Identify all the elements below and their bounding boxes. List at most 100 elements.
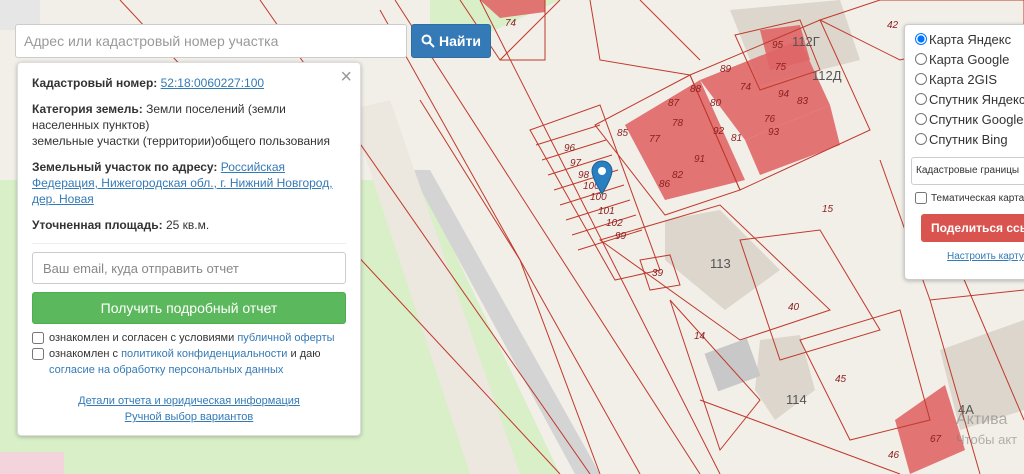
svg-text:15: 15 (822, 204, 834, 215)
cadastral-number-link[interactable]: 52:18:0060227:100 (161, 76, 264, 90)
land-category-value-1: Земли поселений (земли (146, 102, 286, 116)
layer-option[interactable]: Карта Яндекс (915, 29, 1024, 49)
layer-option-label: Карта Google (929, 51, 1010, 67)
layer-option[interactable]: Спутник Яндекс (915, 89, 1024, 109)
svg-text:46: 46 (888, 450, 900, 461)
svg-text:40: 40 (788, 302, 800, 313)
layer-option-label: Спутник Bing (929, 131, 1008, 147)
svg-text:82: 82 (672, 170, 684, 181)
address-row: Земельный участок по адресу: Российская … (32, 159, 346, 207)
privacy-consent-text: ознакомлен с политикой конфиденциальност… (49, 348, 321, 376)
public-offer-link[interactable]: публичной оферты (237, 332, 334, 344)
layer-option[interactable]: Карта Google (915, 49, 1024, 69)
privacy-checkbox[interactable] (32, 348, 44, 360)
svg-text:74: 74 (740, 82, 752, 93)
search-input[interactable] (15, 24, 407, 58)
thematic-map-checkbox[interactable] (915, 192, 927, 204)
svg-text:75: 75 (775, 62, 787, 73)
layer-option[interactable]: Спутник Google (915, 109, 1024, 129)
svg-text:94: 94 (778, 89, 790, 100)
svg-text:92: 92 (713, 126, 725, 137)
svg-text:101: 101 (598, 206, 615, 217)
svg-text:96: 96 (564, 143, 576, 154)
area-row: Уточненная площадь: 25 кв.м. (32, 217, 346, 233)
layer-option-label: Карта Яндекс (929, 31, 1012, 47)
svg-text:83: 83 (797, 96, 809, 107)
layer-option[interactable]: Спутник Bing (915, 129, 1024, 149)
activation-watermark: Актива Чтобы акт (956, 410, 1017, 450)
svg-text:114: 114 (786, 392, 807, 407)
svg-text:86: 86 (659, 179, 671, 190)
layer-radio[interactable] (915, 113, 927, 125)
svg-text:77: 77 (649, 134, 661, 145)
area-value: 25 кв.м. (165, 218, 210, 232)
svg-text:14: 14 (694, 331, 706, 342)
map-pin-icon[interactable] (591, 160, 613, 198)
svg-text:85: 85 (617, 128, 629, 139)
report-details-link[interactable]: Детали отчета и юридическая информация (18, 393, 360, 409)
cadastral-number-label: Кадастровый номер: (32, 76, 158, 90)
svg-text:112Г: 112Г (792, 34, 820, 49)
land-category-value-2: населенных пунктов) (32, 118, 150, 132)
thematic-map-label: Тематическая карта (931, 192, 1024, 204)
layer-radio[interactable] (915, 73, 927, 85)
privacy-consent-row: ознакомлен с политикой конфиденциальност… (32, 346, 346, 378)
svg-text:89: 89 (720, 64, 732, 75)
svg-text:113: 113 (710, 256, 731, 271)
address-label: Земельный участок по адресу: (32, 160, 218, 174)
svg-text:97: 97 (570, 158, 582, 169)
offer-consent-row: ознакомлен и согласен с условиями публич… (32, 330, 346, 346)
layer-option[interactable]: Карта 2GIS (915, 69, 1024, 89)
privacy-policy-link[interactable]: политикой конфиденциальности (121, 348, 287, 360)
parcel-info-panel: × Кадастровый номер: 52:18:0060227:100 К… (17, 62, 361, 436)
svg-text:112Д: 112Д (812, 68, 842, 83)
cadastral-number-row: Кадастровый номер: 52:18:0060227:100 (32, 75, 346, 91)
personal-data-consent-link[interactable]: согласие на обработку персональных данны… (49, 364, 283, 376)
find-button[interactable]: Найти (411, 24, 491, 58)
svg-text:39: 39 (652, 268, 664, 279)
area-label: Уточненная площадь: (32, 218, 163, 232)
map-layers-panel: Карта Яндекс Карта Google Карта 2GIS Спутни… (904, 24, 1024, 280)
svg-text:76: 76 (764, 114, 776, 125)
layer-radio[interactable] (915, 133, 927, 145)
svg-text:67: 67 (930, 434, 942, 445)
get-report-button[interactable]: Получить подробный отчет (32, 292, 346, 324)
search-icon (421, 34, 435, 48)
layer-radio[interactable] (915, 33, 927, 45)
configure-map-link[interactable]: Настроить карту (947, 251, 1024, 262)
offer-checkbox[interactable] (32, 332, 44, 344)
svg-text:102: 102 (606, 218, 623, 229)
svg-text:91: 91 (694, 154, 705, 165)
svg-text:99: 99 (615, 231, 627, 242)
layer-radio[interactable] (915, 93, 927, 105)
watermark-line-1: Актива (956, 411, 1008, 428)
svg-text:93: 93 (768, 127, 780, 138)
layer-options: Карта Яндекс Карта Google Карта 2GIS Спутни… (915, 29, 1024, 149)
divider (32, 243, 346, 244)
layer-radio[interactable] (915, 53, 927, 65)
email-field[interactable] (32, 252, 346, 284)
svg-text:80: 80 (710, 98, 722, 109)
svg-text:78: 78 (672, 118, 684, 129)
svg-text:88: 88 (690, 84, 702, 95)
land-category-label: Категория земель: (32, 102, 143, 116)
layer-option-label: Спутник Google (929, 111, 1024, 127)
watermark-line-2: Чтобы акт (956, 432, 1018, 447)
svg-text:74: 74 (505, 18, 517, 29)
find-button-label: Найти (439, 33, 481, 49)
offer-consent-text: ознакомлен и согласен с условиями публич… (49, 332, 335, 344)
manual-choice-link[interactable]: Ручной выбор вариантов (18, 409, 360, 425)
panel-footer-links: Детали отчета и юридическая информация Р… (18, 393, 360, 425)
svg-text:45: 45 (835, 374, 847, 385)
land-category-value-3: земельные участки (территории)общего пол… (32, 134, 331, 148)
svg-text:81: 81 (731, 133, 742, 144)
cadastral-layer-select[interactable]: Кадастровые границы (911, 157, 1024, 185)
land-category-row: Категория земель: Земли поселений (земли… (32, 101, 346, 149)
layer-option-label: Спутник Яндекс (929, 91, 1024, 107)
thematic-map-row: Тематическая карта (915, 192, 1024, 204)
close-icon[interactable]: × (340, 67, 352, 87)
share-link-button[interactable]: Поделиться ссылкой (921, 214, 1024, 242)
svg-text:87: 87 (668, 98, 680, 109)
svg-text:98: 98 (578, 170, 590, 181)
svg-text:95: 95 (772, 40, 784, 51)
